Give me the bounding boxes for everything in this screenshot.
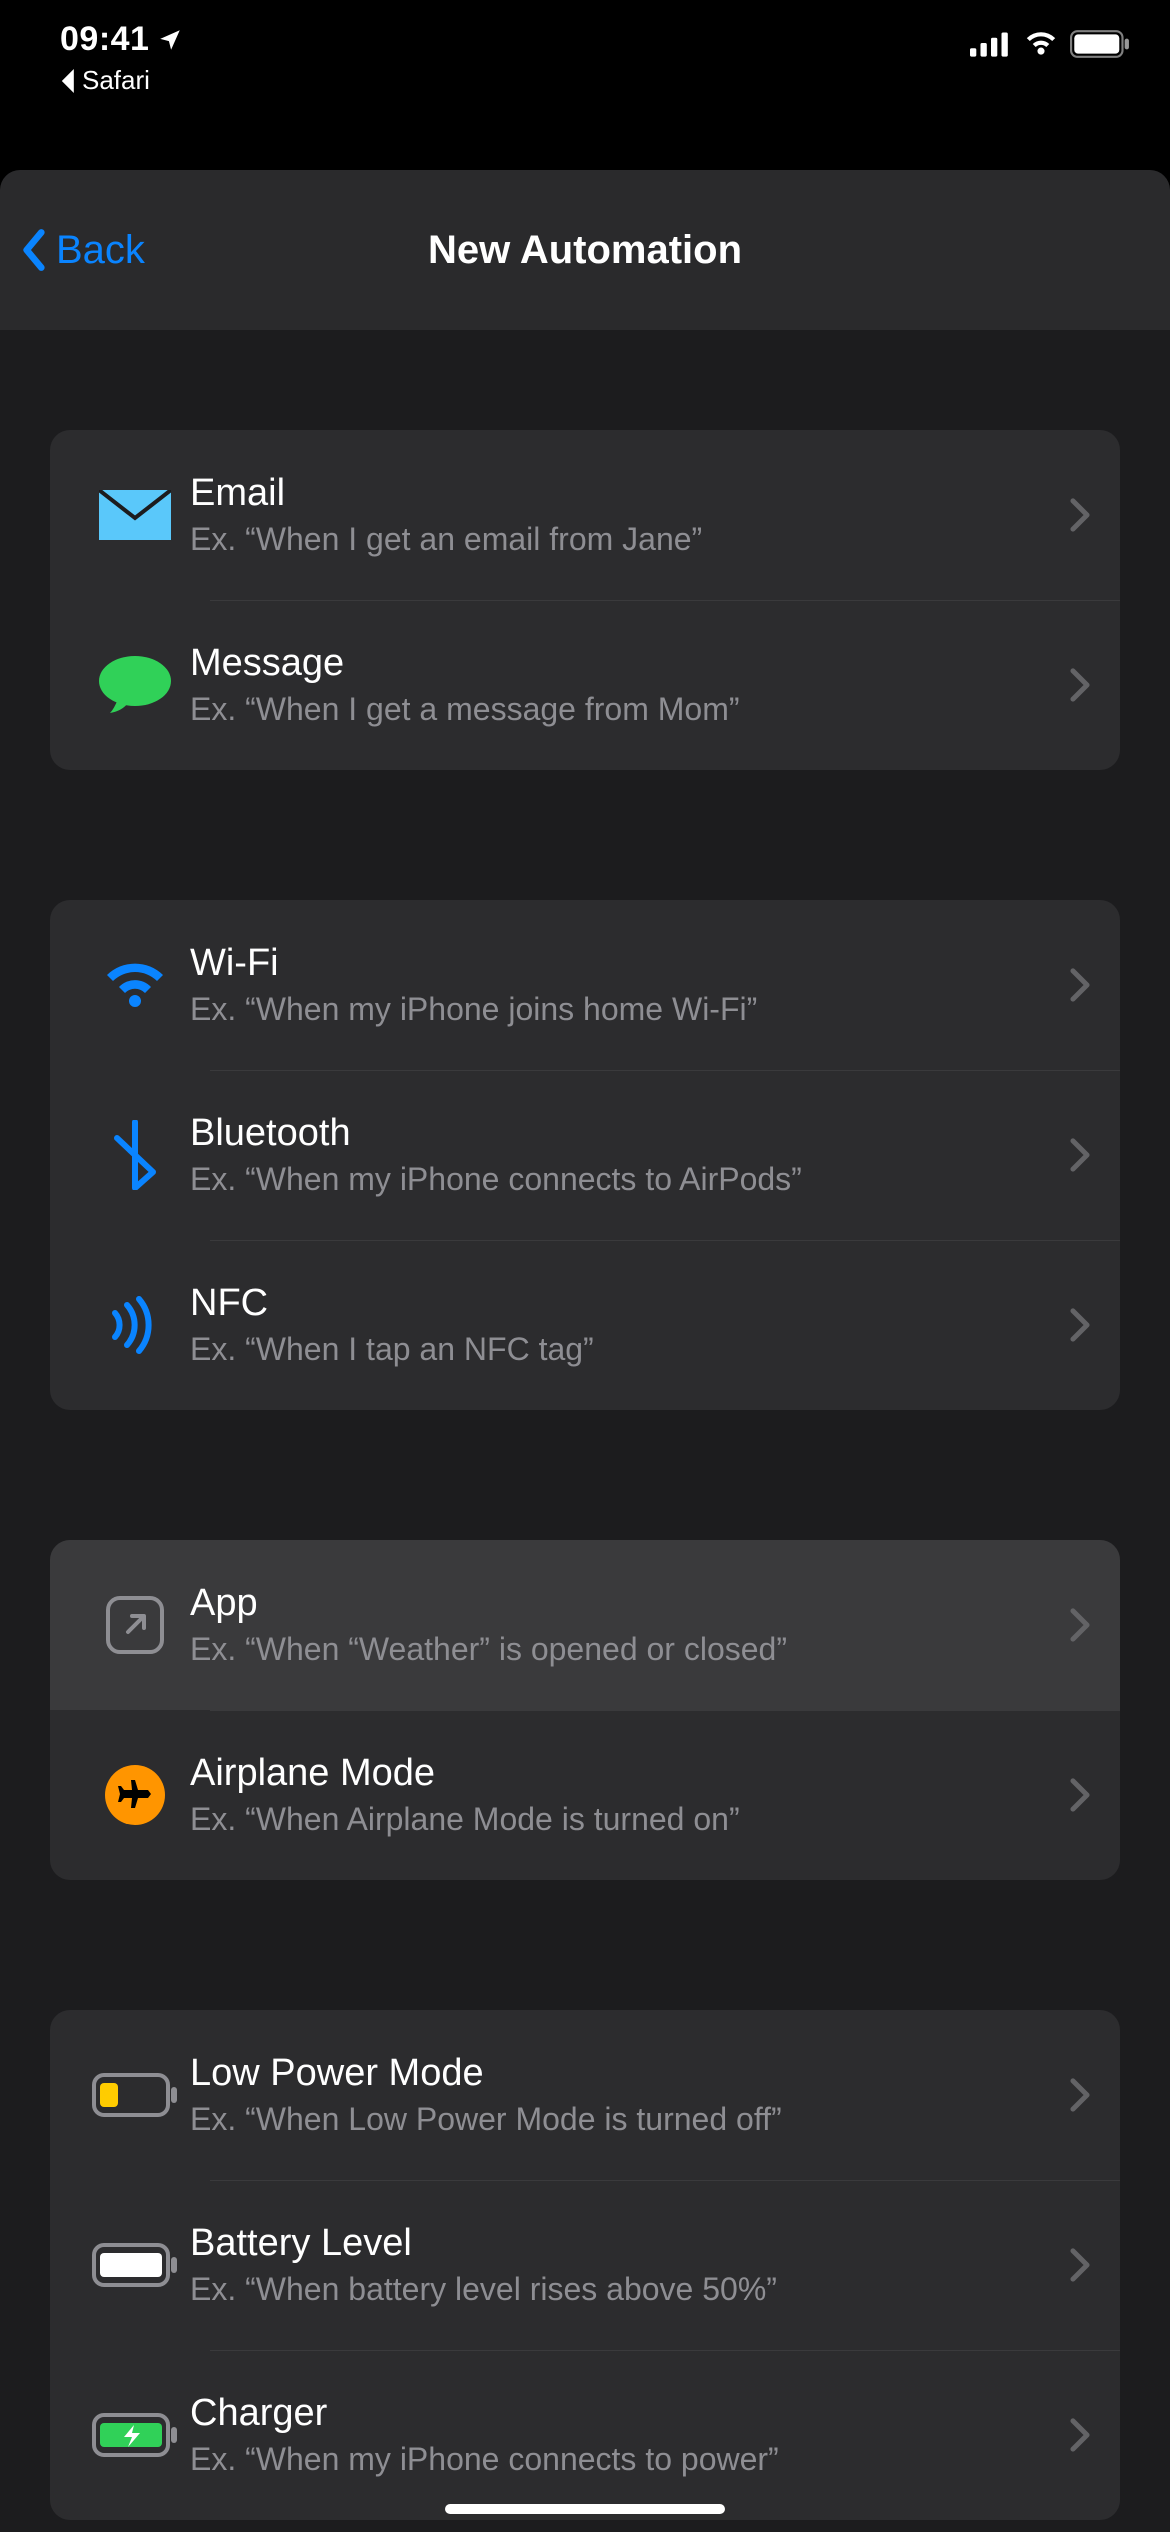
- status-bar: 09:41 Safari: [0, 0, 1170, 140]
- row-title: NFC: [190, 1282, 1050, 1325]
- row-title: Battery Level: [190, 2222, 1050, 2265]
- wifi-icon: [101, 959, 169, 1011]
- row-title: Message: [190, 642, 1050, 685]
- back-triangle-icon: [60, 69, 78, 93]
- chevron-left-icon: [20, 228, 48, 272]
- airplane-icon: [104, 1764, 166, 1826]
- chevron-right-icon: [1070, 968, 1090, 1002]
- battery-icon: [1070, 30, 1130, 58]
- row-subtitle: Ex. “When “Weather” is opened or closed”: [190, 1631, 1050, 1668]
- trigger-row-app[interactable]: App Ex. “When “Weather” is opened or clo…: [50, 1540, 1120, 1710]
- row-subtitle: Ex. “When I get an email from Jane”: [190, 521, 1050, 558]
- row-subtitle: Ex. “When my iPhone connects to power”: [190, 2441, 1050, 2478]
- chevron-right-icon: [1070, 668, 1090, 702]
- row-title: Bluetooth: [190, 1112, 1050, 1155]
- trigger-row-wifi[interactable]: Wi-Fi Ex. “When my iPhone joins home Wi-…: [50, 900, 1120, 1070]
- row-title: Airplane Mode: [190, 1752, 1050, 1795]
- nfc-icon: [105, 1295, 165, 1355]
- row-subtitle: Ex. “When I get a message from Mom”: [190, 691, 1050, 728]
- navigation-bar: Back New Automation: [0, 170, 1170, 330]
- trigger-row-nfc[interactable]: NFC Ex. “When I tap an NFC tag”: [50, 1240, 1120, 1410]
- row-title: App: [190, 1582, 1050, 1625]
- back-to-app-button[interactable]: Safari: [60, 65, 183, 96]
- chevron-right-icon: [1070, 498, 1090, 532]
- email-icon: [99, 490, 171, 540]
- row-subtitle: Ex. “When my iPhone joins home Wi-Fi”: [190, 991, 1050, 1028]
- charger-icon: [92, 2413, 178, 2457]
- location-icon: [157, 27, 183, 53]
- trigger-group-settings: App Ex. “When “Weather” is opened or clo…: [50, 1540, 1120, 1880]
- trigger-row-email[interactable]: Email Ex. “When I get an email from Jane…: [50, 430, 1120, 600]
- modal-sheet: Back New Automation Email Ex. “When I ge…: [0, 170, 1170, 2532]
- trigger-row-battery-level[interactable]: Battery Level Ex. “When battery level ri…: [50, 2180, 1120, 2350]
- chevron-right-icon: [1070, 2078, 1090, 2112]
- chevron-right-icon: [1070, 1138, 1090, 1172]
- chevron-right-icon: [1070, 1308, 1090, 1342]
- row-subtitle: Ex. “When Low Power Mode is turned off”: [190, 2101, 1050, 2138]
- home-indicator[interactable]: [445, 2504, 725, 2514]
- chevron-right-icon: [1070, 1608, 1090, 1642]
- back-button[interactable]: Back: [0, 228, 145, 273]
- trigger-group-battery: Low Power Mode Ex. “When Low Power Mode …: [50, 2010, 1120, 2520]
- chevron-right-icon: [1070, 2418, 1090, 2452]
- app-icon: [106, 1596, 164, 1654]
- row-title: Charger: [190, 2392, 1050, 2435]
- trigger-row-bluetooth[interactable]: Bluetooth Ex. “When my iPhone connects t…: [50, 1070, 1120, 1240]
- row-title: Wi-Fi: [190, 942, 1050, 985]
- bluetooth-icon: [113, 1120, 157, 1190]
- low-power-icon: [92, 2073, 178, 2117]
- chevron-right-icon: [1070, 1778, 1090, 1812]
- row-subtitle: Ex. “When battery level rises above 50%”: [190, 2271, 1050, 2308]
- battery-level-icon: [92, 2243, 178, 2287]
- row-subtitle: Ex. “When my iPhone connects to AirPods”: [190, 1161, 1050, 1198]
- row-subtitle: Ex. “When I tap an NFC tag”: [190, 1331, 1050, 1368]
- status-time: 09:41: [60, 20, 183, 59]
- chevron-right-icon: [1070, 2248, 1090, 2282]
- row-title: Low Power Mode: [190, 2052, 1050, 2095]
- wifi-status-icon: [1022, 31, 1060, 57]
- trigger-row-charger[interactable]: Charger Ex. “When my iPhone connects to …: [50, 2350, 1120, 2520]
- trigger-row-airplane-mode[interactable]: Airplane Mode Ex. “When Airplane Mode is…: [50, 1710, 1120, 1880]
- trigger-group-communication: Email Ex. “When I get an email from Jane…: [50, 430, 1120, 770]
- content-scroll[interactable]: Email Ex. “When I get an email from Jane…: [0, 330, 1170, 2532]
- trigger-row-low-power-mode[interactable]: Low Power Mode Ex. “When Low Power Mode …: [50, 2010, 1120, 2180]
- row-subtitle: Ex. “When Airplane Mode is turned on”: [190, 1801, 1050, 1838]
- message-icon: [98, 655, 172, 715]
- cellular-icon: [970, 31, 1012, 57]
- row-title: Email: [190, 472, 1050, 515]
- trigger-row-message[interactable]: Message Ex. “When I get a message from M…: [50, 600, 1120, 770]
- trigger-group-connectivity: Wi-Fi Ex. “When my iPhone joins home Wi-…: [50, 900, 1120, 1410]
- page-title: New Automation: [0, 228, 1170, 273]
